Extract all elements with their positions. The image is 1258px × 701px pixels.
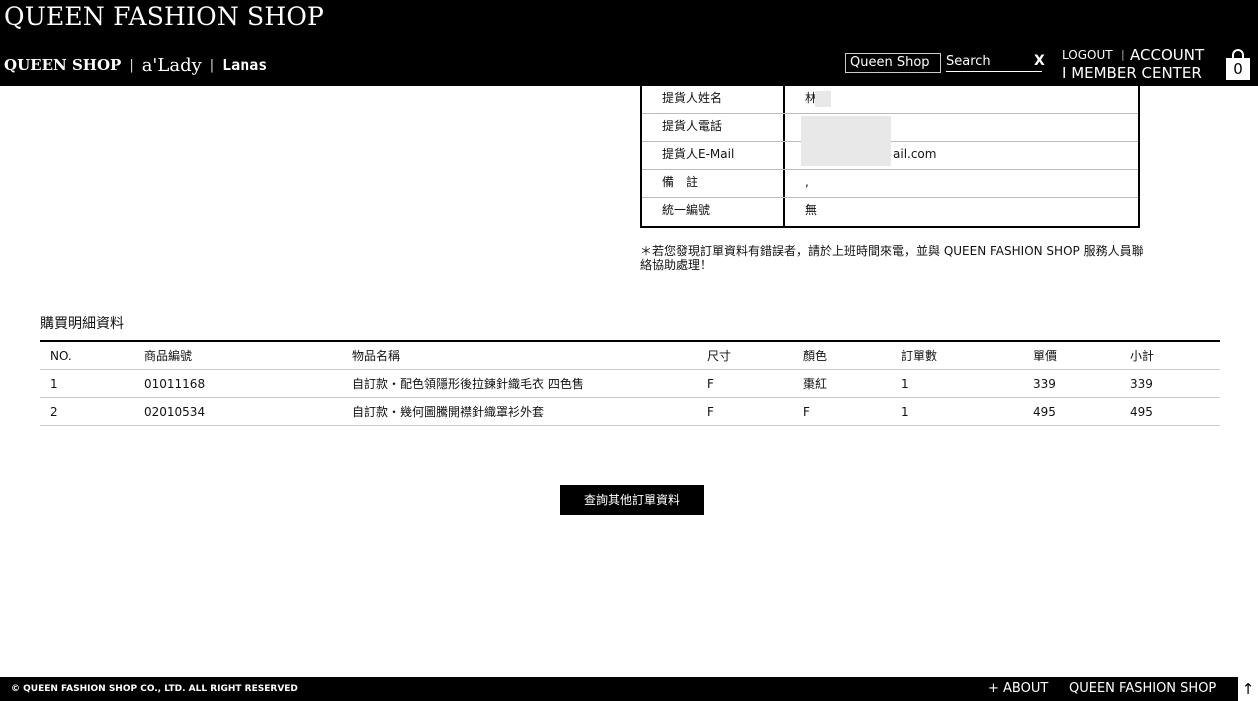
table-header-row: NO. 商品編號 物品名稱 尺寸 顏色 訂單數 單價 小計	[40, 342, 1220, 370]
search-input[interactable]	[946, 52, 1042, 72]
column-header: 顏色	[803, 349, 828, 363]
redacted-block	[801, 142, 891, 166]
brand-separator: |	[129, 57, 134, 73]
purchase-detail-table: NO. 商品編號 物品名稱 尺寸 顏色 訂單數 單價 小計 1 01011168…	[40, 340, 1220, 426]
column-header: 物品名稱	[352, 349, 401, 363]
cart-button[interactable]: 0	[1224, 48, 1252, 82]
redacted-block	[801, 116, 891, 142]
info-value	[785, 114, 1138, 142]
copyright-text: © QUEEN FASHION SHOP CO., LTD. ALL RIGHT…	[11, 684, 298, 694]
brand-link-queen-shop[interactable]: QUEEN SHOP	[4, 56, 121, 74]
info-row-name: 提貨人姓名 林	[642, 86, 1138, 114]
table-cell: 339	[1033, 376, 1056, 391]
brand-nav: QUEEN SHOP | a'Lady | Lanas	[4, 53, 267, 77]
info-value: ,	[805, 175, 809, 189]
info-label: 備 註	[642, 170, 785, 197]
redacted-block	[815, 91, 831, 107]
column-header: 小計	[1130, 349, 1155, 363]
product-name-link[interactable]: 自訂款・配色領隱形後拉鍊針織毛衣 四色售	[352, 375, 707, 392]
table-row: 1 01011168 自訂款・配色領隱形後拉鍊針織毛衣 四色售 F 棗紅 1 3…	[40, 370, 1220, 398]
info-label: 提貨人E-Mail	[642, 142, 785, 169]
table-cell: 02010534	[144, 404, 206, 419]
section-title: 購買明細資料	[40, 316, 124, 332]
footer-brand-link[interactable]: QUEEN FASHION SHOP	[1069, 681, 1216, 696]
table-cell: 339	[1130, 376, 1153, 391]
site-header: QUEEN FASHION SHOP QUEEN SHOP | a'Lady |…	[0, 0, 1258, 86]
pickup-info-table: 提貨人姓名 林 提貨人電話 提貨人E-Mail ail.com 備 註 , 統一…	[640, 86, 1140, 228]
table-cell: 2	[50, 404, 58, 419]
column-header: 商品編號	[144, 349, 193, 363]
site-footer: © QUEEN FASHION SHOP CO., LTD. ALL RIGHT…	[0, 677, 1258, 701]
column-header: 尺寸	[707, 349, 732, 363]
back-to-top-icon[interactable]: ↑	[1238, 677, 1258, 701]
info-value: 無	[805, 203, 818, 217]
table-row: 2 02010534 自訂款・幾何圖騰開襟針織罩衫外套 F F 1 495 49…	[40, 398, 1220, 426]
table-cell: F	[707, 404, 714, 419]
order-error-note: ＊若您發現訂單資料有錯誤者，請於上班時間來電，並與 QUEEN FASHION …	[640, 244, 1144, 272]
table-cell: 495	[1130, 404, 1153, 419]
about-link[interactable]: + ABOUT	[988, 681, 1048, 696]
table-cell: 棗紅	[803, 377, 828, 391]
brand-link-lanas[interactable]: Lanas	[222, 56, 267, 74]
info-value: 林	[785, 86, 1138, 113]
table-cell: F	[803, 404, 810, 419]
info-row-tax-id: 統一編號 無	[642, 198, 1138, 226]
column-header: NO.	[50, 348, 72, 363]
table-cell: 01011168	[144, 376, 206, 391]
search-close-icon[interactable]: X	[1034, 53, 1045, 69]
info-value-text: ail.com	[893, 147, 937, 161]
table-cell: 1	[50, 376, 58, 391]
brand-separator: |	[209, 57, 215, 73]
info-label: 提貨人電話	[642, 114, 785, 141]
table-cell: 1	[901, 404, 909, 419]
table-cell: F	[707, 376, 714, 391]
header-separator: |	[1121, 48, 1125, 61]
table-cell: 1	[901, 376, 909, 391]
member-center-link[interactable]: I MEMBER CENTER	[1062, 64, 1202, 82]
info-row-email: 提貨人E-Mail ail.com	[642, 142, 1138, 170]
info-row-remark: 備 註 ,	[642, 170, 1138, 198]
account-link[interactable]: ACCOUNT	[1130, 46, 1204, 64]
site-title[interactable]: QUEEN FASHION SHOP	[4, 2, 324, 31]
column-header: 訂單數	[901, 349, 938, 363]
table-cell: 495	[1033, 404, 1056, 419]
info-value: ail.com	[785, 142, 1138, 169]
info-label: 提貨人姓名	[642, 86, 785, 113]
product-name-link[interactable]: 自訂款・幾何圖騰開襟針織罩衫外套	[352, 403, 707, 420]
store-select[interactable]: Queen Shop	[845, 53, 941, 73]
info-row-phone: 提貨人電話	[642, 114, 1138, 142]
logout-link[interactable]: LOGOUT	[1062, 48, 1113, 62]
info-label: 統一編號	[642, 198, 785, 226]
brand-link-alady[interactable]: a'Lady	[142, 55, 202, 76]
query-other-orders-button[interactable]: 查詢其他訂單資料	[560, 485, 704, 515]
column-header: 單價	[1033, 349, 1058, 363]
cart-count: 0	[1226, 58, 1250, 80]
